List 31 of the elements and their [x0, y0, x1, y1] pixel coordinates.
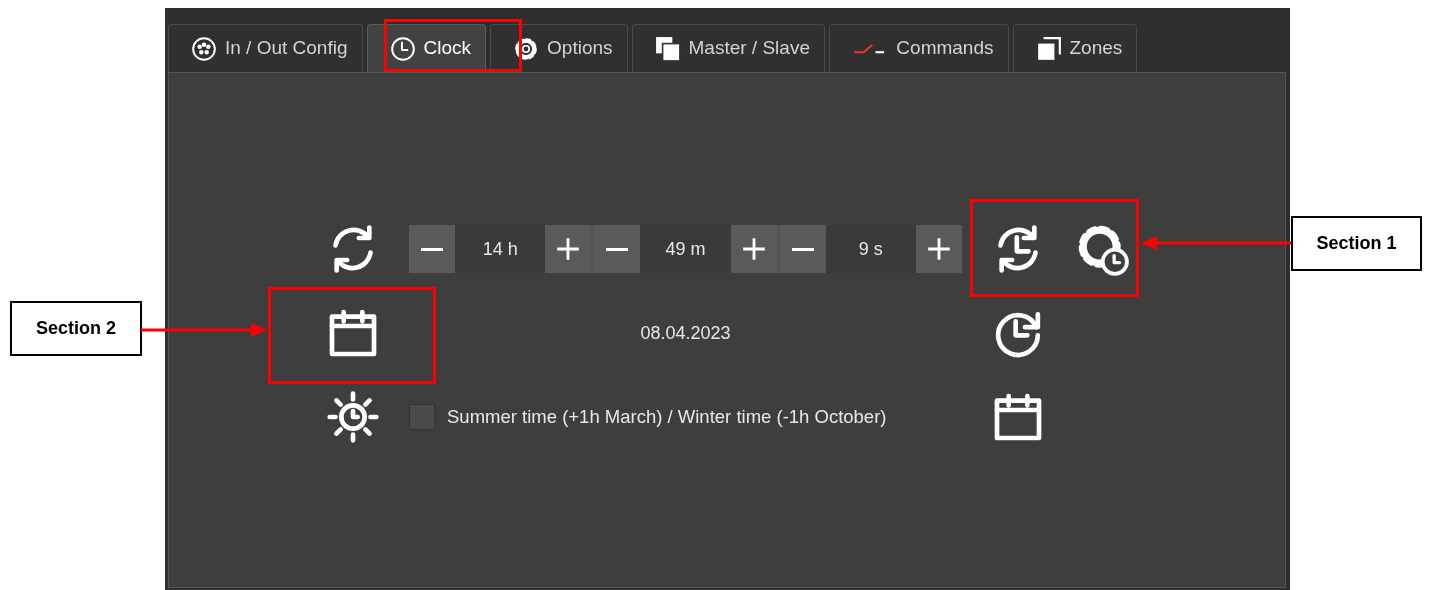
decrement-button[interactable] — [779, 225, 826, 273]
checkbox-label: Summer time (+1h March) / Winter time (-1h October) — [447, 405, 887, 430]
plus-icon — [926, 236, 952, 262]
plus-icon — [555, 236, 582, 262]
tab[interactable]: Clock — [366, 24, 487, 72]
time-field[interactable]: 9 s — [825, 225, 916, 273]
squares-icon — [1035, 35, 1062, 62]
connector-icon — [191, 35, 217, 62]
time-field[interactable]: 49 m — [640, 225, 731, 273]
settings-icon — [513, 35, 540, 62]
increment-button[interactable] — [730, 225, 777, 273]
minus-icon — [791, 247, 814, 251]
tab[interactable]: In / Out Config — [168, 24, 363, 72]
plus-icon — [740, 236, 767, 262]
minus-icon — [606, 247, 629, 251]
decrement-button[interactable] — [594, 225, 641, 273]
tab[interactable]: Commands — [828, 24, 1009, 72]
increment-button[interactable] — [916, 225, 962, 273]
sun-clock-icon — [325, 389, 381, 445]
clock-icon — [389, 35, 416, 62]
increment-button[interactable] — [545, 225, 592, 273]
date-text: 08.04.2023 — [640, 321, 731, 345]
tab[interactable]: Zones — [1012, 24, 1138, 72]
minus-icon — [421, 247, 443, 251]
squares-icon — [654, 35, 681, 62]
callout-label: Section 2 — [10, 301, 142, 356]
tab[interactable]: Options — [490, 24, 628, 72]
time-field[interactable]: 14 h — [455, 225, 546, 273]
callout-label: Section 1 — [1291, 216, 1422, 271]
tab[interactable]: Master / Slave — [631, 24, 825, 72]
decrement-button[interactable] — [409, 225, 455, 273]
